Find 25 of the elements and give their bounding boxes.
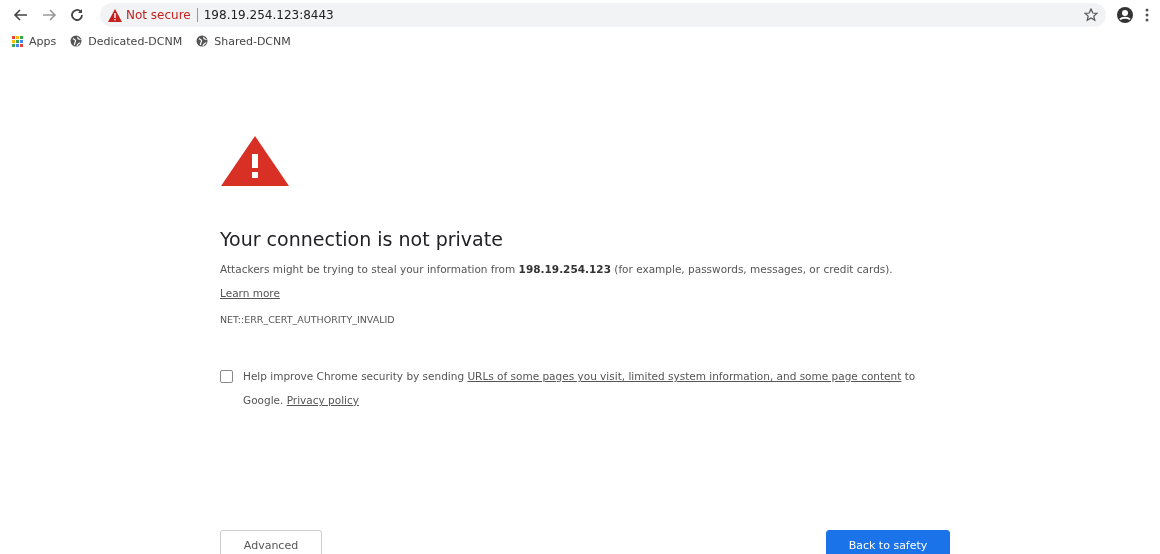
text-link[interactable]: Learn more	[220, 287, 280, 299]
globe-icon	[70, 35, 83, 47]
text-link[interactable]: URLs of some pages you visit, limited system information, and some page content	[467, 370, 902, 382]
text-link[interactable]: Privacy policy	[286, 394, 359, 406]
bookmark[interactable]: Shared-DCNM	[196, 34, 291, 48]
address-bar[interactable]: Not secure 198.19.254.123:8443	[100, 3, 1106, 27]
url-text: 198.19.254.123:8443	[203, 8, 334, 22]
advanced-button[interactable]: Advanced	[220, 530, 322, 554]
globe-icon	[196, 35, 209, 47]
reload-icon[interactable]	[68, 6, 86, 24]
page-heading: Your connection is not private	[220, 227, 504, 251]
profile-icon[interactable]	[1116, 6, 1134, 24]
bookmark[interactable]: Apps	[12, 34, 57, 48]
error-code: NET::ERR_CERT_AUTHORITY_INVALID	[220, 313, 396, 327]
warning-icon	[220, 135, 290, 187]
menu-icon[interactable]	[1144, 6, 1150, 24]
warning-icon	[108, 8, 122, 22]
back-to-safety-button[interactable]: Back to safety	[826, 530, 950, 554]
checkbox[interactable]	[220, 370, 233, 383]
security-label: Not secure	[126, 8, 191, 22]
apps-grid-icon	[12, 35, 23, 47]
bookmark[interactable]: Dedicated-DCNM	[70, 34, 183, 48]
warning-message: Attackers might be trying to steal your information from 198.19.254.123 (for example, passwords, messages, or credit cards). Learn more	[220, 262, 894, 301]
checkbox-label: Help improve Chrome security by sending URLs of some pages you visit, limited system information, and some page content to Google. Privacy policy	[243, 369, 917, 408]
star-icon[interactable]	[1084, 8, 1098, 22]
